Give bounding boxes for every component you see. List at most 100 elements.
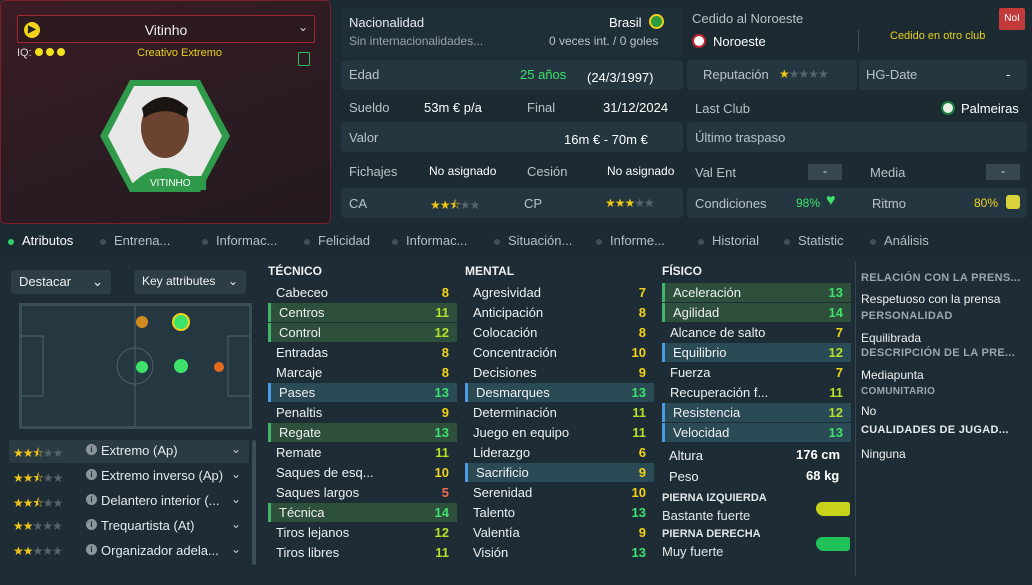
tab-felicidad[interactable]: Felicidad xyxy=(304,233,370,248)
role-item[interactable]: ★★★★★ i Trequartista (At) ⌄ xyxy=(9,515,249,538)
tab-historial[interactable]: Historial xyxy=(698,233,759,248)
attribute-row[interactable]: Remate 11 xyxy=(268,443,457,462)
attribute-row[interactable]: Liderazgo 6 xyxy=(465,443,654,462)
contract-end-label: Final xyxy=(527,100,556,115)
attribute-row[interactable]: Entradas 8 xyxy=(268,343,457,362)
attribute-value: 7 xyxy=(638,285,646,300)
attribute-name: Sacrificio xyxy=(476,465,529,480)
info-icon[interactable]: i xyxy=(86,444,97,455)
attribute-name: Colocación xyxy=(473,325,538,340)
attribute-value: 9 xyxy=(638,365,646,380)
attribute-row[interactable]: Saques largos 5 xyxy=(268,483,457,502)
role-item[interactable]: ★★⯪★★ i Extremo (Ap) ⌄ xyxy=(9,440,249,463)
international-status: Sin internacionalidades... xyxy=(349,34,484,48)
attribute-row[interactable]: Pases 13 xyxy=(268,383,457,402)
attribute-name: Resistencia xyxy=(673,405,741,420)
tab-analisis[interactable]: Análisis xyxy=(870,233,929,248)
attribute-value: 8 xyxy=(441,285,449,300)
last-club-value[interactable]: Palmeiras xyxy=(961,101,1019,116)
reputation-label: Reputación xyxy=(703,67,769,82)
loan-badge[interactable]: NoI xyxy=(999,8,1025,30)
attribute-row[interactable]: Fuerza 7 xyxy=(662,363,851,382)
cp-stars: ★★★★★ xyxy=(605,196,655,210)
attribute-row[interactable]: Recuperación f... 11 xyxy=(662,383,851,402)
highlight-dropdown[interactable]: Destacar ⌄ xyxy=(11,270,111,294)
attribute-row[interactable]: Tiros libres 11 xyxy=(268,543,457,562)
attribute-row[interactable]: Determinación 11 xyxy=(465,403,654,422)
press-value: Respetuoso con la prensa xyxy=(861,292,1001,306)
attribute-value: 11 xyxy=(632,405,646,420)
attribute-row[interactable]: Velocidad 13 xyxy=(662,423,851,442)
info-icon[interactable]: i xyxy=(86,544,97,555)
role-item[interactable]: ★★★★★ i Organizador adela... ⌄ xyxy=(9,540,249,563)
attribute-row[interactable]: Colocación 8 xyxy=(465,323,654,342)
attribute-row[interactable]: Centros 11 xyxy=(268,303,457,322)
clipboard-icon[interactable] xyxy=(298,52,310,66)
attribute-row[interactable]: Agresividad 7 xyxy=(465,283,654,302)
tab-informacion[interactable]: Informac... xyxy=(202,233,277,248)
nationality-value: Brasil xyxy=(609,15,642,30)
tab-informacion-2[interactable]: Informac... xyxy=(392,233,467,248)
loan-other: Cedido en otro club xyxy=(890,30,986,42)
tab-atributos[interactable]: Atributos xyxy=(8,233,73,248)
attribute-row[interactable]: Agilidad 14 xyxy=(662,303,851,322)
scrollbar[interactable] xyxy=(252,440,256,565)
loan-club[interactable]: Noroeste xyxy=(713,34,766,49)
info-icon[interactable]: i xyxy=(86,494,97,505)
role-item[interactable]: ★★⯪★★ i Delantero interior (... ⌄ xyxy=(9,490,249,513)
attribute-row[interactable]: Penaltis 9 xyxy=(268,403,457,422)
attribute-value: 12 xyxy=(828,345,843,360)
attribute-row[interactable]: Marcaje 8 xyxy=(268,363,457,382)
attribute-row[interactable]: Saques de esq... 10 xyxy=(268,463,457,482)
tab-entrenamiento[interactable]: Entrena... xyxy=(100,233,170,248)
attribute-value: 14 xyxy=(828,305,843,320)
info-icon[interactable]: i xyxy=(86,469,97,480)
key-attributes-dropdown[interactable]: Key attributes ⌄ xyxy=(134,270,246,294)
attribute-row[interactable]: Control 12 xyxy=(268,323,457,342)
role-item[interactable]: ★★⯪★★ i Extremo inverso (Ap) ⌄ xyxy=(9,465,249,488)
attribute-row[interactable]: Cabeceo 8 xyxy=(268,283,457,302)
attribute-value: 13 xyxy=(631,505,646,520)
attribute-row[interactable]: Valentía 9 xyxy=(465,523,654,542)
attribute-value: 12 xyxy=(434,325,449,340)
attribute-row[interactable]: Decisiones 9 xyxy=(465,363,654,382)
attribute-row[interactable]: Aceleración 13 xyxy=(662,283,851,302)
attribute-row[interactable]: Regate 13 xyxy=(268,423,457,442)
chevron-down-icon[interactable]: ⌄ xyxy=(298,20,308,34)
attribute-row[interactable]: Anticipación 8 xyxy=(465,303,654,322)
attribute-name: Tiros libres xyxy=(276,545,340,560)
left-foot-value: Bastante fuerte xyxy=(662,508,751,523)
age-label: Edad xyxy=(349,67,380,82)
attribute-row[interactable]: Talento 13 xyxy=(465,503,654,522)
attribute-row[interactable]: Desmarques 13 xyxy=(465,383,654,402)
attribute-row[interactable]: Técnica 14 xyxy=(268,503,457,522)
valent-value: - xyxy=(808,164,842,180)
attribute-value: 13 xyxy=(631,545,646,560)
attribute-name: Valentía xyxy=(473,525,520,540)
last-transfer-label: Último traspaso xyxy=(695,130,786,145)
media-value: - xyxy=(986,164,1020,180)
attribute-row[interactable]: Concentración 10 xyxy=(465,343,654,362)
attribute-row[interactable]: Sacrificio 9 xyxy=(465,463,654,482)
attribute-row[interactable]: Serenidad 10 xyxy=(465,483,654,502)
attribute-row[interactable]: Resistencia 12 xyxy=(662,403,851,422)
attribute-name: Agresividad xyxy=(473,285,541,300)
attribute-row[interactable]: Tiros lejanos 12 xyxy=(268,523,457,542)
tab-statistic[interactable]: Statistic xyxy=(784,233,844,248)
tab-informe[interactable]: Informe... xyxy=(596,233,665,248)
info-icon[interactable]: i xyxy=(86,519,97,530)
attribute-row[interactable]: Juego en equipo 11 xyxy=(465,423,654,442)
attribute-row[interactable]: Visión 13 xyxy=(465,543,654,562)
club-crest-icon xyxy=(692,34,706,48)
iq-label: IQ: xyxy=(17,47,32,59)
tab-situacion[interactable]: Situación... xyxy=(494,233,572,248)
press-header: RELACIÓN CON LA PRENS... xyxy=(861,272,1021,284)
player-name-selector[interactable]: ▶ Vitinho ⌄ xyxy=(17,15,315,43)
attribute-row[interactable]: Equilibrio 12 xyxy=(662,343,851,362)
personality-header: PERSONALIDAD xyxy=(861,310,953,322)
nationality-label: Nacionalidad xyxy=(349,15,425,30)
palmeiras-crest-icon xyxy=(941,101,955,115)
attribute-row[interactable]: Alcance de salto 7 xyxy=(662,323,851,342)
tab-bar: Atributos Entrena... Informac... Felicid… xyxy=(0,229,1032,253)
attribute-name: Concentración xyxy=(473,345,557,360)
